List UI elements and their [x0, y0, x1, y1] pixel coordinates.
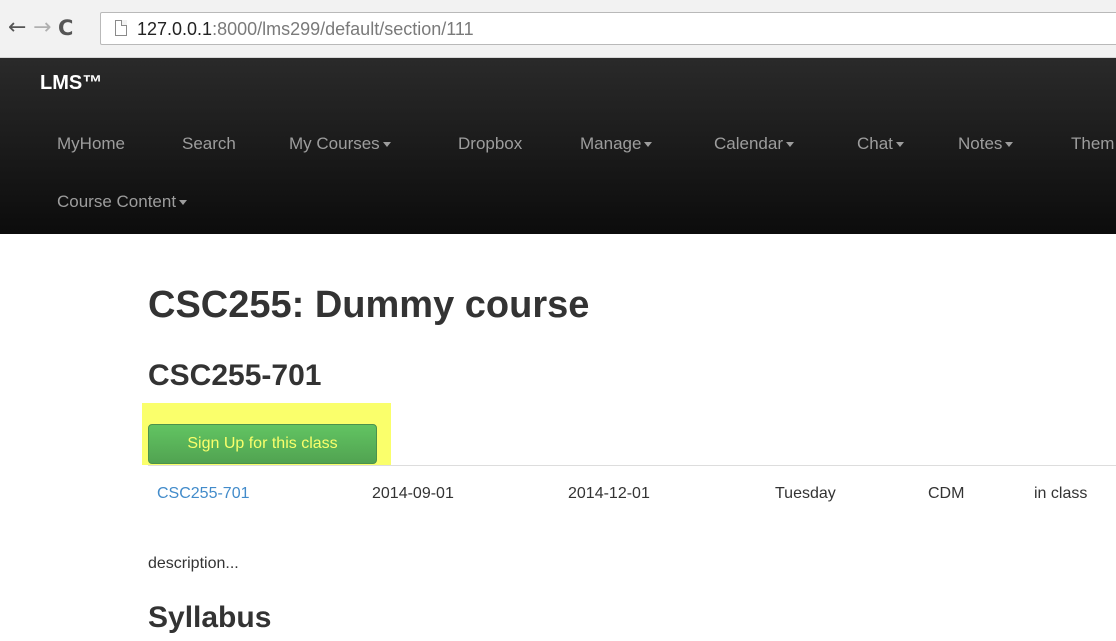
url-path: :8000/lms299/default/section/111 [212, 19, 474, 39]
nav-item-label: Dropbox [458, 134, 523, 153]
nav-item-search[interactable]: Search [182, 134, 236, 154]
campus-cell: CDM [928, 485, 965, 502]
url-text[interactable]: 127.0.0.1:8000/lms299/default/section/11… [137, 19, 474, 39]
top-navbar: LMS™ MyHome Search My Courses Dropbox Ma… [0, 58, 1116, 234]
caret-down-icon [179, 200, 188, 206]
caret-down-icon [644, 142, 653, 148]
nav-item-manage[interactable]: Manage [580, 134, 653, 154]
forward-arrow-icon[interactable]: → [33, 16, 51, 40]
nav-item-my-courses[interactable]: My Courses [289, 134, 391, 154]
section-code-link[interactable]: CSC255-701 [157, 484, 250, 504]
end-date-cell: 2014-12-01 [568, 485, 650, 502]
nav-item-label: Course Content [57, 192, 177, 211]
course-description: description... [148, 555, 239, 572]
nav-item-chat[interactable]: Chat [857, 134, 904, 154]
back-arrow-icon[interactable]: ← [8, 16, 26, 40]
signup-button[interactable]: Sign Up for this class [148, 424, 377, 464]
course-title: CSC255: Dummy course [148, 284, 590, 326]
nav-item-label: MyHome [57, 134, 126, 153]
table-divider [148, 465, 1116, 466]
nav-item-label: Calendar [714, 134, 783, 153]
caret-down-icon [1005, 142, 1014, 148]
browser-toolbar: ← → C 127.0.0.1:8000/lms299/default/sect… [0, 0, 1116, 58]
start-date-cell: 2014-09-01 [372, 485, 454, 502]
day-cell: Tuesday [775, 485, 836, 502]
nav-item-notes[interactable]: Notes [958, 134, 1014, 154]
nav-item-course-content[interactable]: Course Content [57, 192, 188, 212]
brand-logo[interactable]: LMS™ [40, 72, 102, 95]
reload-icon[interactable]: C [58, 16, 73, 40]
mode-cell: in class [1034, 485, 1088, 502]
nav-item-label: Notes [958, 134, 1003, 153]
nav-item-label: My Courses [289, 134, 380, 153]
nav-item-label: Them [1071, 134, 1115, 153]
nav-item-label: Chat [857, 134, 893, 153]
caret-down-icon [895, 142, 904, 148]
nav-item-label: Manage [580, 134, 642, 153]
url-host: 127.0.0.1 [137, 19, 213, 39]
nav-item-dropbox[interactable]: Dropbox [458, 134, 522, 154]
page-icon [115, 20, 127, 36]
caret-down-icon [786, 142, 794, 148]
address-bar[interactable]: 127.0.0.1:8000/lms299/default/section/11… [100, 12, 1116, 45]
nav-item-calendar[interactable]: Calendar [714, 134, 794, 154]
caret-down-icon [382, 142, 391, 148]
syllabus-heading: Syllabus [148, 601, 272, 634]
nav-item-myhome[interactable]: MyHome [57, 134, 125, 154]
nav-item-label: Search [182, 134, 236, 153]
nav-item-themes[interactable]: Them [1071, 134, 1114, 154]
section-title: CSC255-701 [148, 359, 322, 392]
